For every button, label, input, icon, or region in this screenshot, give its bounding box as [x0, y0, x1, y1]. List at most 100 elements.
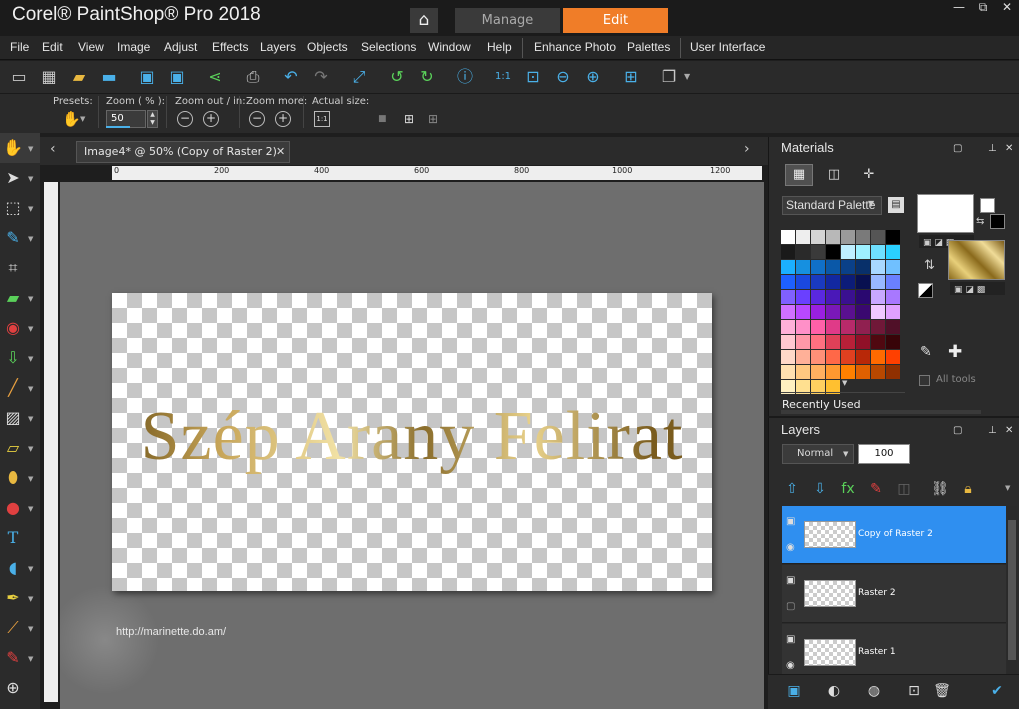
- chevron-down-icon[interactable]: ▼: [28, 235, 36, 243]
- color-swatch[interactable]: [796, 260, 810, 274]
- color-swatch[interactable]: [871, 245, 885, 259]
- scan-icon[interactable]: ▬: [98, 66, 120, 88]
- layer-style-icon[interactable]: ✎: [865, 478, 887, 500]
- pin-icon[interactable]: ⊥: [988, 143, 997, 154]
- move-layer-up-icon[interactable]: ⇧: [781, 478, 803, 500]
- color-swatch[interactable]: [796, 245, 810, 259]
- color-swatch[interactable]: [871, 275, 885, 289]
- chevron-down-icon[interactable]: ▼: [28, 415, 36, 423]
- color-swatch[interactable]: [886, 335, 900, 349]
- zoom-in-icon[interactable]: ⊕: [582, 66, 604, 88]
- chevron-down-icon[interactable]: ▼: [28, 295, 36, 303]
- chevron-down-icon[interactable]: ▼: [1005, 484, 1010, 492]
- color-swatch[interactable]: [781, 365, 795, 379]
- color-swatch[interactable]: [826, 305, 840, 319]
- chevron-down-icon[interactable]: ▼: [28, 595, 36, 603]
- chevron-down-icon[interactable]: ▼: [28, 505, 36, 513]
- color-swatch[interactable]: [856, 305, 870, 319]
- color-swatch[interactable]: [781, 260, 795, 274]
- color-swatch[interactable]: [796, 290, 810, 304]
- color-swatch[interactable]: [781, 290, 795, 304]
- color-swatch[interactable]: [811, 320, 825, 334]
- lock-icon[interactable]: 🔒︎: [957, 478, 979, 500]
- tab-manage[interactable]: Manage: [455, 8, 560, 33]
- dropper-tool-icon[interactable]: ✎: [2, 227, 24, 249]
- color-swatch[interactable]: [886, 230, 900, 244]
- minimize-button[interactable]: —: [948, 0, 970, 14]
- color-swatch[interactable]: [826, 320, 840, 334]
- swatch-tab-icon[interactable]: ▦: [785, 164, 813, 186]
- color-swatch[interactable]: [781, 275, 795, 289]
- color-swatch[interactable]: [811, 365, 825, 379]
- pick-tool-icon[interactable]: ➤: [2, 167, 24, 189]
- color-swatch[interactable]: [796, 320, 810, 334]
- chevron-down-icon[interactable]: ▼: [28, 655, 36, 663]
- chevron-down-icon[interactable]: ▼: [28, 205, 36, 213]
- adjustment-layer-icon[interactable]: ◐: [823, 680, 845, 702]
- chevron-down-icon[interactable]: ▼: [28, 175, 36, 183]
- menu-palettes[interactable]: Palettes: [627, 40, 670, 54]
- color-swatch[interactable]: [811, 260, 825, 274]
- tab-edit[interactable]: Edit: [563, 8, 668, 33]
- visibility-eye-icon[interactable]: ◉: [786, 660, 800, 672]
- all-tools-checkbox[interactable]: [919, 375, 930, 386]
- actual-size-icon[interactable]: 1:1: [492, 66, 514, 88]
- zoom-more-out-icon[interactable]: −: [249, 111, 265, 127]
- color-swatch[interactable]: [871, 365, 885, 379]
- color-swatch[interactable]: [871, 290, 885, 304]
- pan-hand-icon[interactable]: ✋: [62, 110, 81, 128]
- menu-user-interface[interactable]: User Interface: [690, 40, 765, 54]
- layer-row[interactable]: ▣ ◉ Copy of Raster 2: [782, 506, 1006, 564]
- color-swatch[interactable]: [811, 350, 825, 364]
- color-swatch[interactable]: [796, 350, 810, 364]
- chevron-down-icon[interactable]: ▼: [842, 379, 847, 387]
- color-swatch[interactable]: [811, 305, 825, 319]
- color-swatch[interactable]: [796, 365, 810, 379]
- layers-scrollbar-thumb[interactable]: [1008, 520, 1016, 660]
- fg-small-swatch[interactable]: [980, 198, 995, 213]
- pin-icon[interactable]: ⊥: [988, 425, 997, 436]
- color-swatch[interactable]: [841, 290, 855, 304]
- color-swatch[interactable]: [796, 275, 810, 289]
- new-layer-icon[interactable]: ▣: [783, 680, 805, 702]
- menu-window[interactable]: Window: [428, 40, 471, 54]
- color-swatch[interactable]: [871, 350, 885, 364]
- color-swatch[interactable]: [871, 260, 885, 274]
- color-swatch[interactable]: [841, 365, 855, 379]
- chevron-down-icon[interactable]: ▼: [684, 72, 690, 81]
- zoom-out-icon[interactable]: ⊖: [552, 66, 574, 88]
- pan-tool-icon[interactable]: ✋: [2, 137, 24, 159]
- color-swatch[interactable]: [856, 365, 870, 379]
- layer-row[interactable]: ▣ ▢ Raster 2: [782, 565, 1006, 623]
- mixer-tool-icon[interactable]: ✎: [2, 647, 24, 669]
- menu-view[interactable]: View: [78, 40, 104, 54]
- palette-menu-icon[interactable]: ▤: [888, 197, 904, 213]
- open-icon[interactable]: ▰: [68, 66, 90, 88]
- zoom-fit-icon[interactable]: ⊞: [620, 66, 642, 88]
- color-swatch[interactable]: [871, 335, 885, 349]
- background-color-swatch[interactable]: [948, 240, 1005, 280]
- grid-view-icon[interactable]: ⊞: [404, 112, 418, 126]
- color-swatch[interactable]: [826, 260, 840, 274]
- layer-link-grey-icon[interactable]: ◫: [893, 478, 915, 500]
- grid-icon[interactable]: ▦: [38, 66, 60, 88]
- chevron-down-icon[interactable]: ▼: [843, 450, 848, 458]
- color-swatch[interactable]: [826, 290, 840, 304]
- menu-selections[interactable]: Selections: [361, 40, 416, 54]
- print-icon[interactable]: ⎙: [242, 66, 264, 88]
- resize-icon[interactable]: ⤢: [348, 66, 370, 88]
- chevron-down-icon[interactable]: ▼: [28, 385, 36, 393]
- color-wheel-tab-icon[interactable]: ✛: [855, 164, 883, 186]
- color-swatch[interactable]: [856, 245, 870, 259]
- rotate-left-icon[interactable]: ↺: [386, 66, 408, 88]
- menu-objects[interactable]: Objects: [307, 40, 348, 54]
- color-swatch[interactable]: [826, 245, 840, 259]
- color-swatch[interactable]: [886, 305, 900, 319]
- color-swatch[interactable]: [796, 230, 810, 244]
- color-swatch[interactable]: [886, 320, 900, 334]
- color-swatch[interactable]: [781, 320, 795, 334]
- art-brush-tool-icon[interactable]: ⟋: [2, 617, 24, 639]
- foreground-color-swatch[interactable]: [917, 194, 974, 233]
- layer-effects-icon[interactable]: fx: [837, 478, 859, 500]
- color-swatch[interactable]: [796, 305, 810, 319]
